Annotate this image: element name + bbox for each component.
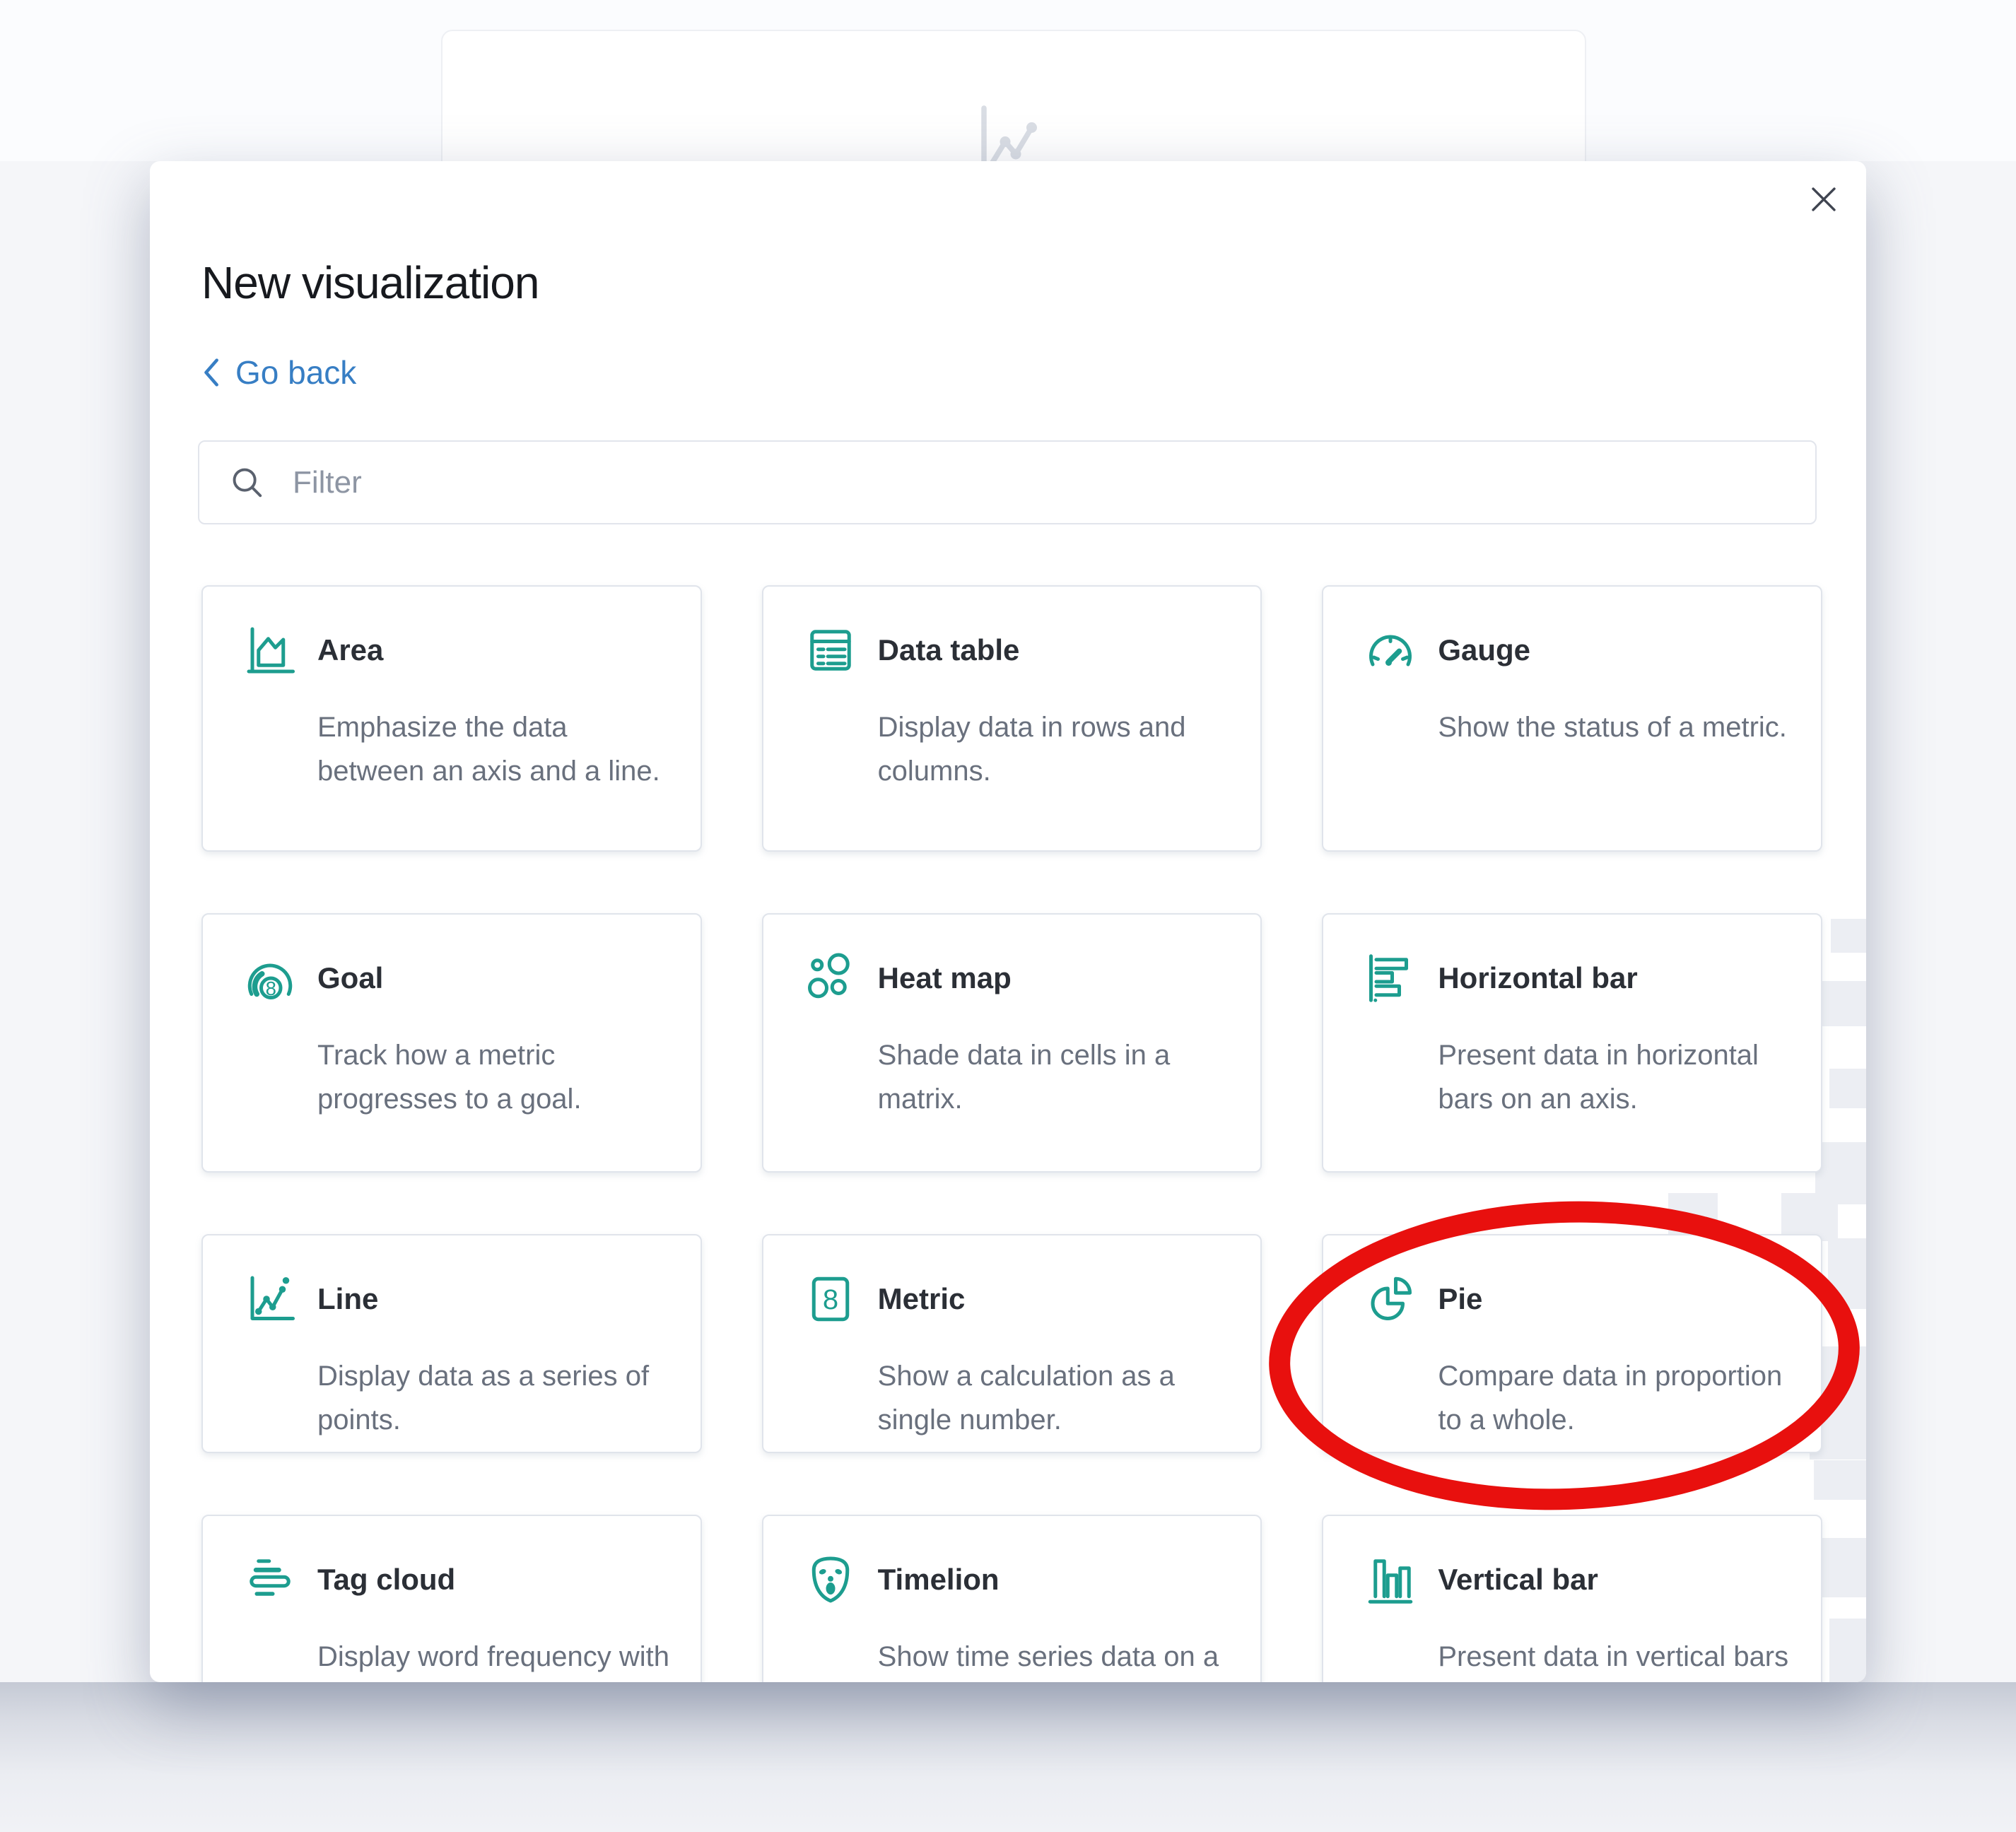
heat-map-icon: [802, 950, 859, 1006]
viz-card-data-table[interactable]: Data table Display data in rows and colu…: [762, 585, 1262, 852]
filter-input[interactable]: [291, 464, 1815, 501]
horizontal-bar-icon: [1362, 950, 1419, 1006]
card-title: Timelion: [878, 1553, 1000, 1607]
pie-chart-icon: [1362, 1271, 1419, 1327]
watermark-shape: [1829, 1619, 1866, 1682]
close-button[interactable]: [1805, 181, 1842, 218]
timelion-icon: [802, 1551, 859, 1608]
card-description: Display word frequency with font size.: [317, 1635, 671, 1682]
go-back-label: Go back: [235, 353, 356, 392]
card-description: Display data in rows and columns.: [878, 705, 1231, 793]
card-description: Emphasize the data between an axis and a…: [317, 705, 671, 793]
vertical-bar-icon: [1362, 1551, 1419, 1608]
new-visualization-modal: New visualization Go back Area Emphasize…: [150, 161, 1866, 1682]
modal-title: New visualization: [201, 257, 539, 309]
goal-icon: 8: [242, 950, 298, 1006]
card-title: Horizontal bar: [1438, 951, 1637, 1005]
card-description: Show a calculation as a single number.: [878, 1354, 1231, 1442]
watermark-shape: [1828, 1238, 1866, 1309]
metric-icon: 8: [802, 1271, 859, 1327]
viz-card-area[interactable]: Area Emphasize the data between an axis …: [201, 585, 702, 852]
chevron-left-icon: [201, 357, 220, 388]
card-title: Heat map: [878, 951, 1012, 1005]
viz-card-heat-map[interactable]: Heat map Shade data in cells in a matrix…: [762, 913, 1262, 1173]
card-description: Show time series data on a graph.: [878, 1635, 1231, 1682]
card-description: Show the status of a metric.: [1438, 705, 1791, 749]
card-title: Data table: [878, 623, 1020, 677]
line-chart-icon: [242, 1271, 298, 1327]
card-title: Goal: [317, 951, 383, 1005]
card-title: Gauge: [1438, 623, 1530, 677]
svg-text:8: 8: [266, 977, 276, 999]
visualization-card-grid: Area Emphasize the data between an axis …: [201, 585, 1822, 1682]
close-icon: [1807, 183, 1840, 216]
area-chart-icon: [242, 622, 298, 679]
card-title: Line: [317, 1272, 378, 1326]
card-description: Shade data in cells in a matrix.: [878, 1033, 1231, 1121]
viz-card-gauge[interactable]: Gauge Show the status of a metric.: [1322, 585, 1822, 852]
go-back-link[interactable]: Go back: [201, 353, 356, 392]
viz-card-tag-cloud[interactable]: Tag cloud Display word frequency with fo…: [201, 1515, 702, 1682]
viz-card-goal[interactable]: 8 Goal Track how a metric progresses to …: [201, 913, 702, 1173]
viz-card-line[interactable]: Line Display data as a series of points.: [201, 1234, 702, 1453]
watermark-shape: [1817, 981, 1866, 1026]
card-title: Vertical bar: [1438, 1553, 1598, 1607]
card-description: Track how a metric progresses to a goal.: [317, 1033, 671, 1121]
card-title: Metric: [878, 1272, 966, 1326]
viz-card-metric[interactable]: 8 Metric Show a calculation as a single …: [762, 1234, 1262, 1453]
card-description: Display data as a series of points.: [317, 1354, 671, 1442]
card-description: Compare data in proportion to a whole.: [1438, 1354, 1791, 1442]
filter-search-box: [198, 440, 1817, 524]
card-title: Pie: [1438, 1272, 1482, 1326]
viz-card-timelion[interactable]: Timelion Show time series data on a grap…: [762, 1515, 1262, 1682]
viz-card-pie[interactable]: Pie Compare data in proportion to a whol…: [1322, 1234, 1822, 1453]
search-icon: [229, 464, 266, 501]
data-table-icon: [802, 622, 859, 679]
watermark-shape: [1831, 919, 1866, 953]
card-description: Present data in vertical bars on an axis…: [1438, 1635, 1791, 1682]
page-background-shadow: [0, 1682, 2016, 1832]
card-title: Tag cloud: [317, 1553, 455, 1607]
viz-card-horizontal-bar[interactable]: Horizontal bar Present data in horizonta…: [1322, 913, 1822, 1173]
watermark-shape: [1829, 1069, 1866, 1108]
tag-cloud-icon: [242, 1551, 298, 1608]
card-title: Area: [317, 623, 383, 677]
card-description: Present data in horizontal bars on an ax…: [1438, 1033, 1791, 1121]
svg-text:8: 8: [823, 1284, 838, 1315]
viz-card-vertical-bar[interactable]: Vertical bar Present data in vertical ba…: [1322, 1515, 1822, 1682]
gauge-icon: [1362, 622, 1419, 679]
